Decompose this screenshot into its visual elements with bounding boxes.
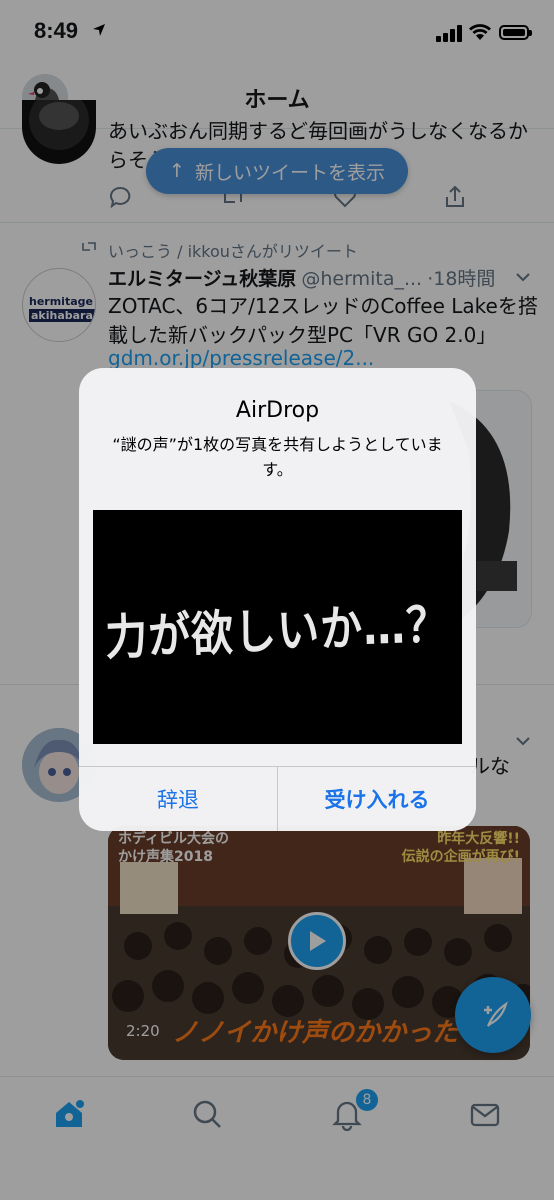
shared-photo-preview: 力が欲しいか…？ — [93, 510, 462, 744]
alert-title: AirDrop — [235, 398, 320, 423]
photo-caption-text: 力が欲しいか…？ — [104, 595, 451, 666]
accept-button[interactable]: 受け入れる — [278, 767, 476, 831]
alert-message: “謎の声”が1枚の写真を共有しようとしています。 — [112, 435, 443, 479]
decline-button[interactable]: 辞退 — [79, 767, 277, 831]
airdrop-alert: AirDrop “謎の声”が1枚の写真を共有しようとしています。 力が欲しいか…… — [79, 368, 476, 831]
